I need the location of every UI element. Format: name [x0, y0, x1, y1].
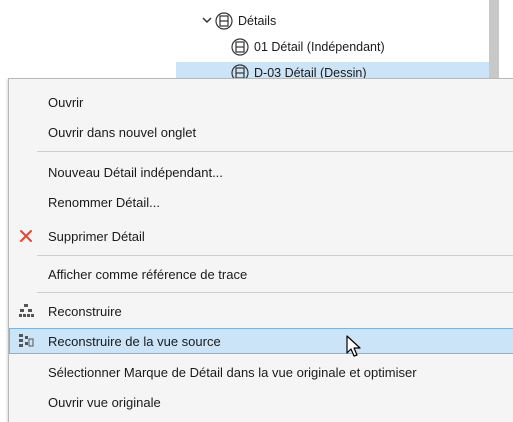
- mouse-pointer-icon: [346, 335, 362, 359]
- menu-item-delete-detail[interactable]: Supprimer Détail: [9, 223, 513, 249]
- menu-separator: [37, 151, 513, 152]
- menu-item-label: Nouveau Détail indépendant...: [48, 164, 223, 180]
- menu-item-open[interactable]: Ouvrir: [9, 89, 513, 115]
- navigator-tree: Détails 01 Détail (Indépendant) D-03 Dét…: [0, 0, 513, 84]
- menu-item-label: Supprimer Détail: [48, 228, 145, 244]
- menu-item-label: Reconstruire: [48, 303, 122, 319]
- menu-separator: [37, 292, 513, 293]
- context-menu: Ouvrir Ouvrir dans nouvel onglet Nouveau…: [8, 78, 513, 422]
- menu-item-rebuild-from-source[interactable]: Reconstruire de la vue source: [9, 328, 513, 354]
- tree-scrollbar[interactable]: [489, 0, 499, 78]
- menu-separator: [37, 255, 513, 256]
- menu-item-label: Ouvrir dans nouvel onglet: [48, 124, 197, 140]
- menu-item-label: Reconstruire de la vue source: [48, 333, 221, 349]
- menu-item-label: Ouvrir: [48, 94, 84, 110]
- tree-folder-details[interactable]: Détails: [200, 10, 276, 32]
- menu-item-label: Renommer Détail...: [48, 194, 160, 210]
- menu-item-new-independent-detail[interactable]: Nouveau Détail indépendant...: [9, 159, 513, 185]
- menu-item-label: Sélectionner Marque de Détail dans la vu…: [48, 364, 417, 380]
- close-icon: [18, 228, 34, 244]
- menu-item-label: Ouvrir vue originale: [48, 394, 161, 410]
- menu-item-open-original-view[interactable]: Ouvrir vue originale: [9, 389, 513, 415]
- detail-node-icon: [230, 38, 250, 56]
- menu-item-rename-detail[interactable]: Renommer Détail...: [9, 189, 513, 215]
- tree-folder-label: Détails: [238, 14, 277, 28]
- tree-item-label: 01 Détail (Indépendant): [254, 40, 385, 54]
- menu-item-label: Afficher comme référence de trace: [48, 266, 248, 282]
- detail-node-icon: [214, 12, 234, 30]
- menu-item-select-detail-marker[interactable]: Sélectionner Marque de Détail dans la vu…: [9, 359, 513, 385]
- tree-item-01[interactable]: 01 Détail (Indépendant): [230, 36, 385, 58]
- rebuild-icon: [18, 303, 34, 319]
- menu-item-open-new-tab[interactable]: Ouvrir dans nouvel onglet: [9, 119, 513, 145]
- chevron-down-icon[interactable]: [200, 15, 214, 28]
- rebuild-source-icon: [18, 333, 34, 349]
- menu-item-show-as-trace-reference[interactable]: Afficher comme référence de trace: [9, 261, 513, 287]
- menu-item-rebuild[interactable]: Reconstruire: [9, 298, 513, 324]
